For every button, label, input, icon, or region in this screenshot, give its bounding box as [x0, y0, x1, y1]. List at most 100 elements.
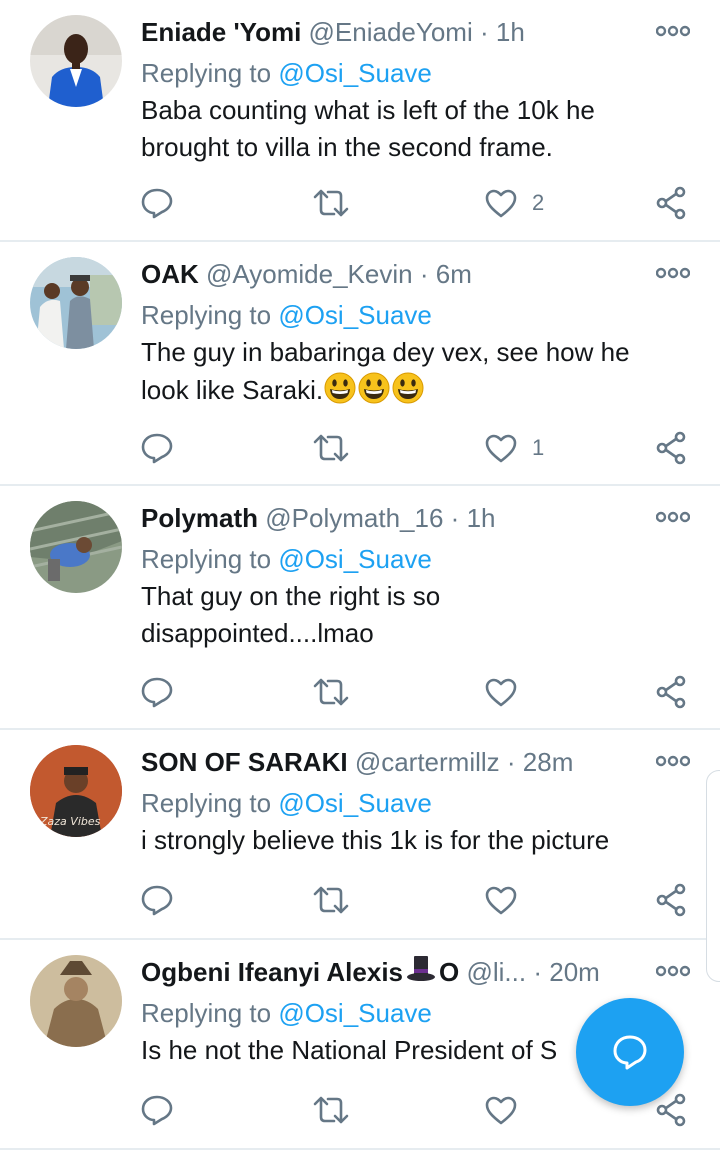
retweet-button[interactable] — [312, 1090, 350, 1130]
mention-link[interactable]: @Osi_Suave — [278, 544, 432, 574]
more-options-icon[interactable] — [655, 510, 691, 524]
top-hat-icon — [405, 953, 437, 992]
user-handle[interactable]: @Polymath_16 — [265, 503, 443, 533]
like-count: 2 — [532, 190, 545, 215]
avatar[interactable] — [30, 257, 122, 349]
share-button[interactable] — [656, 183, 688, 223]
more-options-icon[interactable] — [655, 266, 691, 280]
like-button[interactable] — [484, 880, 518, 920]
tweet-card[interactable]: Polymath @Polymath_16 · 1h Replying to @… — [0, 486, 720, 730]
share-button[interactable] — [656, 428, 688, 468]
mention-link[interactable]: @Osi_Suave — [278, 788, 432, 818]
like-button[interactable]: 2 — [484, 183, 544, 223]
display-name[interactable]: OAK — [141, 259, 199, 289]
mention-link[interactable]: @Osi_Suave — [278, 998, 432, 1028]
retweet-icon — [313, 189, 349, 217]
share-icon — [656, 431, 686, 465]
reply-button[interactable] — [140, 183, 174, 223]
more-options-icon[interactable] — [655, 754, 691, 768]
retweet-button[interactable] — [312, 880, 350, 920]
compose-reply-button[interactable] — [576, 998, 684, 1106]
avatar[interactable] — [30, 15, 122, 107]
svg-text:Zaza Vibes: Zaza Vibes — [39, 815, 101, 828]
action-bar: 2 — [0, 183, 720, 223]
avatar[interactable]: Zaza Vibes — [30, 745, 122, 837]
replying-prefix: Replying to — [141, 544, 279, 574]
text-line: Baba counting what is left of the 10k he — [141, 95, 595, 125]
separator-dot: · — [419, 259, 429, 289]
reply-icon — [141, 885, 173, 916]
share-button[interactable] — [656, 880, 688, 920]
user-handle[interactable]: @Ayomide_Kevin — [206, 259, 413, 289]
display-name[interactable]: SON OF SARAKI — [141, 747, 348, 777]
separator-dot: · — [533, 957, 543, 987]
reply-button[interactable] — [140, 428, 174, 468]
text-line: disappointed....lmao — [141, 618, 374, 648]
tweet-card[interactable]: Eniade 'Yomi @EniadeYomi · 1h Replying t… — [0, 0, 720, 242]
tweet-text: The guy in babaringa dey vex, see how he… — [141, 334, 681, 415]
more-options-icon[interactable] — [655, 24, 691, 38]
replying-to: Replying to @Osi_Suave — [141, 295, 432, 335]
retweet-icon — [313, 678, 349, 706]
retweet-button[interactable] — [312, 428, 350, 468]
timestamp[interactable]: 1h — [496, 17, 525, 47]
display-name[interactable]: Ogbeni Ifeanyi Alexis — [141, 957, 403, 987]
share-icon — [656, 1093, 686, 1127]
replying-to: Replying to @Osi_Suave — [141, 993, 432, 1033]
mention-link[interactable]: @Osi_Suave — [278, 300, 432, 330]
tweet-header: Ogbeni Ifeanyi Alexis O @li... · 20m — [141, 952, 640, 992]
separator-dot: · — [450, 503, 460, 533]
tweet-text: That guy on the right is so disappointed… — [141, 578, 681, 652]
display-name[interactable]: Eniade 'Yomi — [141, 17, 301, 47]
tweet-card[interactable]: Zaza Vibes SON OF SARAKI @cartermillz · … — [0, 730, 720, 940]
timestamp[interactable]: 6m — [436, 259, 472, 289]
grinning-face-icon — [391, 371, 425, 415]
heart-icon — [485, 886, 517, 915]
user-handle[interactable]: @cartermillz — [355, 747, 500, 777]
text-line: That guy on the right is so — [141, 581, 441, 611]
timestamp[interactable]: 1h — [467, 503, 496, 533]
tweet-header: Polymath @Polymath_16 · 1h — [141, 498, 640, 538]
text-line: The guy in babaringa dey vex, see how he — [141, 337, 630, 367]
display-name-suffix[interactable]: O — [439, 957, 459, 987]
reply-button[interactable] — [140, 1090, 174, 1130]
timestamp[interactable]: 28m — [523, 747, 574, 777]
heart-icon — [485, 434, 517, 463]
text-line: brought to villa in the second frame. — [141, 132, 553, 162]
replying-to: Replying to @Osi_Suave — [141, 783, 432, 823]
tweet-card[interactable]: OAK @Ayomide_Kevin · 6m Replying to @Osi… — [0, 242, 720, 486]
tweet-header: OAK @Ayomide_Kevin · 6m — [141, 254, 640, 294]
replying-prefix: Replying to — [141, 788, 279, 818]
tweet-header: SON OF SARAKI @cartermillz · 28m — [141, 742, 640, 782]
more-options-icon[interactable] — [655, 964, 691, 978]
share-button[interactable] — [656, 672, 688, 712]
separator-dot: · — [506, 747, 516, 777]
retweet-button[interactable] — [312, 183, 350, 223]
avatar[interactable] — [30, 955, 122, 1047]
text-line: i strongly believe this 1k is for the pi… — [141, 825, 610, 855]
compose-reply-icon — [613, 1035, 647, 1070]
replying-prefix: Replying to — [141, 998, 279, 1028]
mention-link[interactable]: @Osi_Suave — [278, 58, 432, 88]
timestamp[interactable]: 20m — [549, 957, 600, 987]
share-icon — [656, 883, 686, 917]
reply-feed: Eniade 'Yomi @EniadeYomi · 1h Replying t… — [0, 0, 720, 1150]
retweet-button[interactable] — [312, 672, 350, 712]
like-button[interactable]: 1 — [484, 428, 544, 468]
avatar[interactable] — [30, 501, 122, 593]
heart-icon — [485, 189, 517, 218]
display-name[interactable]: Polymath — [141, 503, 258, 533]
share-icon — [656, 675, 686, 709]
like-button[interactable] — [484, 672, 518, 712]
action-bar — [0, 672, 720, 712]
user-handle[interactable]: @EniadeYomi — [309, 17, 473, 47]
user-handle[interactable]: @li... — [466, 957, 526, 987]
like-button[interactable] — [484, 1090, 518, 1130]
reply-button[interactable] — [140, 672, 174, 712]
like-count: 1 — [532, 435, 545, 460]
text-line: look like Saraki. — [141, 375, 324, 405]
action-bar: 1 — [0, 428, 720, 468]
reply-button[interactable] — [140, 880, 174, 920]
reply-icon — [141, 1095, 173, 1126]
scroll-edge-handle[interactable] — [706, 770, 720, 982]
